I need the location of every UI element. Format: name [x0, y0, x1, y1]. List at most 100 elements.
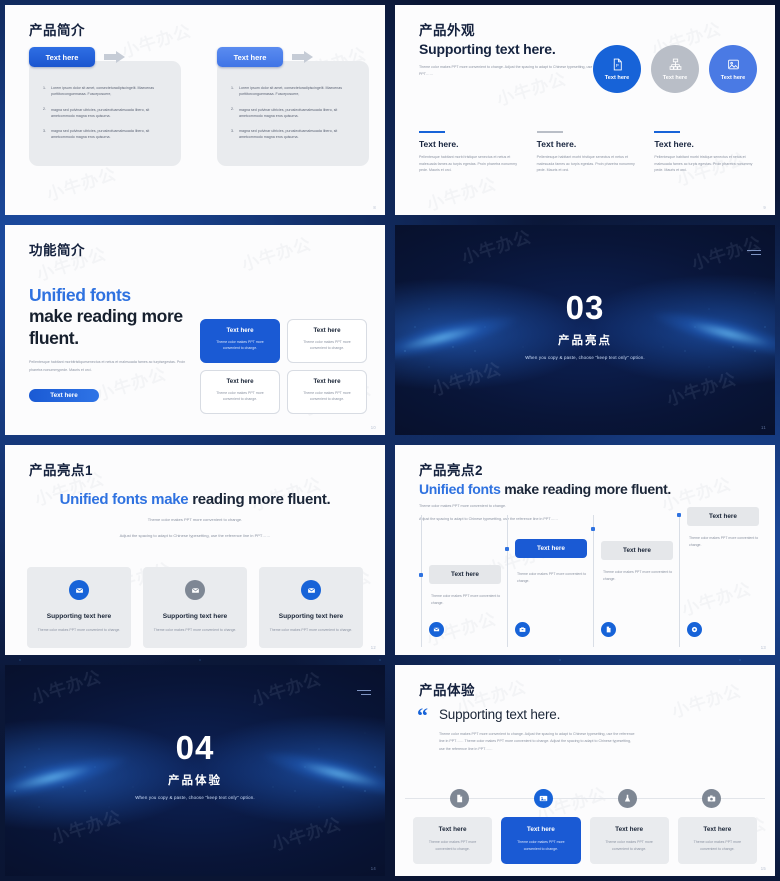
headline-rest: make reading more fluent. — [29, 306, 183, 348]
section-subtitle-en: When you copy & paste, choose "keep text… — [135, 795, 255, 800]
circle-item-image[interactable]: Text here — [709, 45, 757, 93]
slide-highlight-1[interactable]: 小牛办公 小牛办公 小牛办公 小牛办公 产品亮点1 Unified fonts … — [5, 445, 385, 655]
page-title: 产品简介 — [29, 23, 85, 38]
card-title: Text here — [438, 826, 467, 833]
slide-cell-6[interactable]: 小牛办公 小牛办公 小牛办公 小牛办公 产品亮点2 Unified fonts … — [390, 440, 780, 660]
page-number: 13 — [760, 645, 766, 650]
step-label-box[interactable]: Text here — [687, 507, 759, 526]
feature-card[interactable]: Text here Theme color makes PPT more con… — [287, 319, 367, 363]
document-icon — [449, 789, 469, 808]
timeline-track: Text here Theme color makes PPT more con… — [417, 507, 761, 647]
card-description: Theme color makes PPT more convenient to… — [428, 840, 477, 851]
highlight-card[interactable]: Supporting text here Theme color makes P… — [143, 567, 247, 648]
page-number: 14 — [370, 866, 376, 871]
step-description: Theme color makes PPT more convenient to… — [689, 536, 759, 547]
timeline-line — [421, 515, 422, 647]
equals-mark-icon — [747, 250, 761, 258]
mail-icon — [185, 580, 205, 600]
equals-mark-icon — [357, 690, 371, 698]
list-item-text: magna sed pulvinar ultricies, purusleofu… — [239, 129, 338, 140]
step-label: Text here — [451, 571, 479, 578]
slide-product-intro[interactable]: 小牛办公 小牛办公 小牛办公 小牛办公 产品简介 Text here 1. Lo… — [5, 5, 385, 215]
page-title: 产品外观 — [419, 23, 475, 38]
feature-card-grid: Text here Theme color makes PPT more con… — [200, 319, 367, 414]
card-description: Theme color makes PPT more convenient to… — [303, 340, 351, 351]
flask-icon — [617, 789, 637, 808]
highlight-card[interactable]: Supporting text here Theme color makes P… — [259, 567, 363, 648]
slide-cell-4[interactable]: 小牛办公 小牛办公 小牛办公 小牛办公 03 产品亮点 When you cop… — [390, 220, 780, 440]
timeline-step[interactable]: Text here Theme color makes PPT more con… — [589, 515, 675, 647]
section-heading-block: 04 产品体验 When you copy & paste, choose "k… — [5, 731, 385, 800]
slide-cell-2[interactable]: 小牛办公 小牛办公 小牛办公 小牛办公 产品外观 Supporting text… — [390, 0, 780, 220]
page-number: 12 — [370, 645, 376, 650]
slide-product-appearance[interactable]: 小牛办公 小牛办公 小牛办公 小牛办公 产品外观 Supporting text… — [395, 5, 775, 215]
slide-feature-intro[interactable]: 小牛办公 小牛办公 小牛办公 小牛办公 功能简介 Unified fonts m… — [5, 225, 385, 435]
card-description: Theme color makes PPT more convenient to… — [605, 840, 653, 851]
highlight-card[interactable]: Supporting text here Theme color makes P… — [27, 567, 131, 648]
timeline-dot — [591, 527, 595, 531]
list-item: 2. magna sed pulvinar ultricies, purusle… — [231, 107, 355, 120]
timeline-step[interactable]: Text here Theme color makes PPT more con… — [675, 507, 761, 647]
timeline-icon-slot[interactable] — [585, 789, 669, 808]
experience-card[interactable]: Text here Theme color makes PPT more con… — [501, 817, 581, 864]
accent-rule — [536, 131, 563, 133]
card-title: Text here — [226, 378, 254, 385]
feature-card[interactable]: Text here Theme color makes PPT more con… — [287, 370, 367, 414]
timeline-step[interactable]: Text here Theme color makes PPT more con… — [503, 515, 589, 647]
slide-cell-3[interactable]: 小牛办公 小牛办公 小牛办公 小牛办公 功能简介 Unified fonts m… — [0, 220, 390, 440]
experience-card-row: Text here Theme color makes PPT more con… — [413, 817, 757, 864]
presentation-file-icon: P — [611, 58, 624, 71]
slide-cell-8[interactable]: 小牛办公 小牛办公 小牛办公 小牛办公 产品体验 “ Supporting te… — [390, 660, 780, 881]
timeline-icon-slot[interactable] — [417, 789, 501, 808]
list-item: 3. magna sed pulvinar ultricies, purusle… — [231, 128, 355, 141]
list-item: 3. magna sed pulvinar ultricies, purusle… — [43, 128, 167, 141]
slide-section-04[interactable]: 小牛办公 小牛办公 小牛办公 小牛办公 04 产品体验 When you cop… — [5, 665, 385, 876]
feature-card[interactable]: Text here Theme color makes PPT more con… — [200, 319, 280, 363]
column-label-button[interactable]: Text here — [29, 47, 95, 67]
slide-cell-1[interactable]: 小牛办公 小牛办公 小牛办公 小牛办公 产品简介 Text here 1. Lo… — [0, 0, 390, 220]
headline-blue: Unified fonts — [29, 285, 131, 305]
card-description: Theme color makes PPT more convenient to… — [693, 840, 742, 851]
slide-cell-7[interactable]: 小牛办公 小牛办公 小牛办公 小牛办公 04 产品体验 When you cop… — [0, 660, 390, 881]
list-item-text: Lorem ipsum dolor sit amet, consectetura… — [51, 86, 155, 97]
card-title: Text here — [615, 826, 644, 833]
headline-blue: Unified fonts — [419, 481, 501, 497]
experience-card[interactable]: Text here Theme color makes PPT more con… — [589, 817, 669, 864]
step-label-box[interactable]: Text here — [515, 539, 587, 558]
subline-2: Adjust the spacing to adapt to Chinese t… — [119, 533, 271, 538]
timeline-line — [593, 515, 594, 647]
card-description: Theme color makes PPT more convenient to… — [153, 628, 237, 632]
headline: Unified fonts make reading more fluent. — [29, 285, 197, 349]
slide-section-03[interactable]: 小牛办公 小牛办公 小牛办公 小牛办公 03 产品亮点 When you cop… — [395, 225, 775, 435]
page-title: 产品体验 — [419, 683, 475, 698]
experience-card[interactable]: Text here Theme color makes PPT more con… — [413, 817, 493, 864]
intro-column-right: Text here 1. Lorem ipsum dolor sit amet,… — [217, 47, 369, 166]
page-number: 11 — [761, 425, 766, 430]
list-item-text: Lorem ipsum dolor sit amet, consectetura… — [239, 86, 343, 97]
timeline-line — [679, 515, 680, 647]
circle-item-orgchart[interactable]: Text here — [651, 45, 699, 93]
circle-label: Text here — [662, 74, 688, 81]
circle-item-presentation[interactable]: P Text here — [593, 45, 641, 93]
org-chart-icon — [669, 58, 682, 71]
list-item-number: 1. — [43, 85, 46, 90]
location-pin-icon — [687, 622, 702, 637]
headline-rest: make reading more fluent. — [504, 481, 672, 497]
slide-product-experience[interactable]: 小牛办公 小牛办公 小牛办公 小牛办公 产品体验 “ Supporting te… — [395, 665, 775, 876]
cta-button[interactable]: Text here — [29, 389, 99, 403]
timeline-icon-slot[interactable] — [501, 789, 585, 808]
experience-card[interactable]: Text here Theme color makes PPT more con… — [677, 817, 757, 864]
headline: Unified fonts make reading more fluent. — [5, 491, 385, 508]
timeline-icon-slot[interactable] — [669, 789, 753, 808]
quote-body: Theme color makes PPT more convenient to… — [439, 732, 635, 751]
column-label-button[interactable]: Text here — [217, 47, 283, 67]
timeline-step[interactable]: Text here Theme color makes PPT more con… — [417, 515, 503, 647]
timeline-dot — [419, 573, 423, 577]
section-title-cn: 产品亮点 — [558, 335, 612, 347]
step-label-box[interactable]: Text here — [429, 565, 501, 584]
step-label-box[interactable]: Text here — [601, 541, 673, 560]
list-item-number: 3. — [43, 128, 46, 133]
slide-highlight-2[interactable]: 小牛办公 小牛办公 小牛办公 小牛办公 产品亮点2 Unified fonts … — [395, 445, 775, 655]
slide-cell-5[interactable]: 小牛办公 小牛办公 小牛办公 小牛办公 产品亮点1 Unified fonts … — [0, 440, 390, 660]
feature-card[interactable]: Text here Theme color makes PPT more con… — [200, 370, 280, 414]
